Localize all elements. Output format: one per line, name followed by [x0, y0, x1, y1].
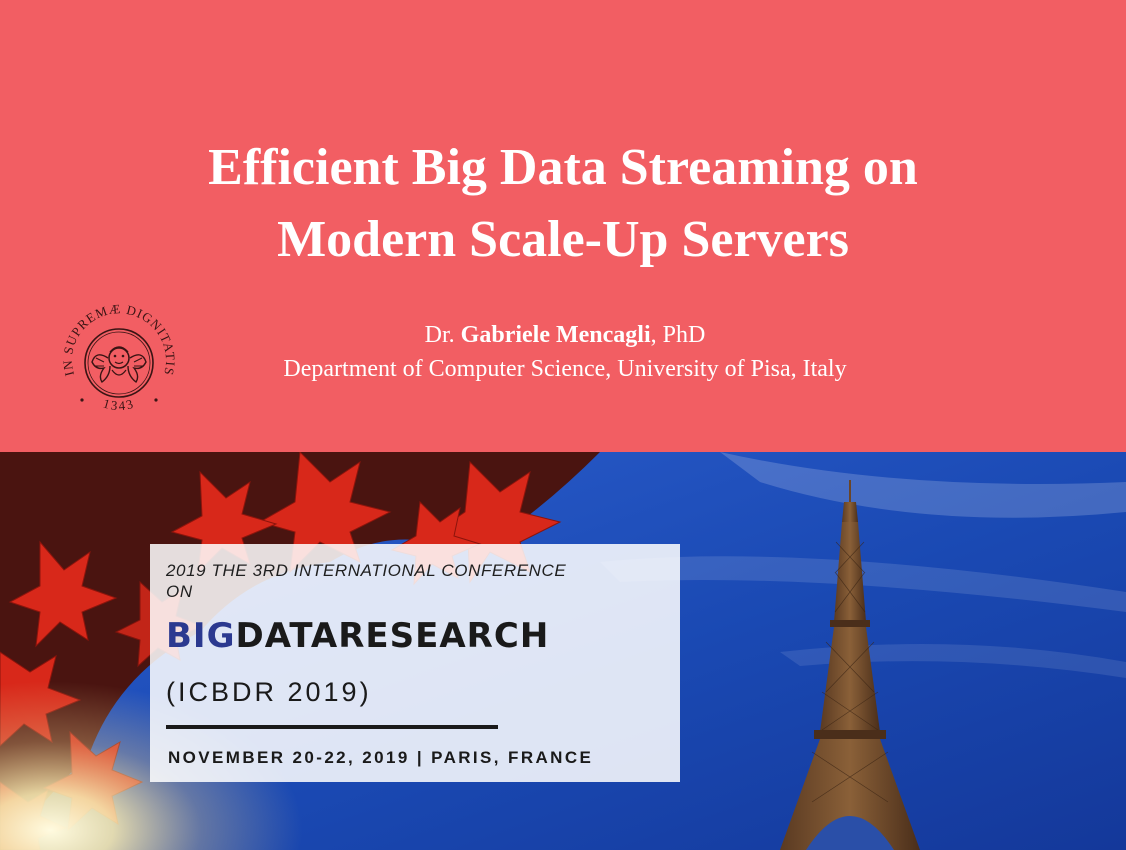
- slide-title-line-2: Modern Scale-Up Servers: [277, 211, 849, 268]
- author-prefix: Dr.: [424, 322, 455, 348]
- author-line: Dr. Gabriele Mencagli, PhD: [170, 318, 960, 352]
- conference-name-line-2: ON: [166, 582, 193, 601]
- university-seal-logo: IN SUPREMÆ DIGNITATIS 1343: [60, 301, 178, 414]
- brand-big: BIG: [166, 616, 236, 656]
- slide: Efficient Big Data Streaming on Modern S…: [0, 0, 1126, 850]
- svg-text:1343: 1343: [101, 396, 136, 414]
- conference-card: 2019 THE 3RD INTERNATIONAL CONFERENCE ON…: [150, 544, 680, 782]
- conference-abbreviation: (ICBDR 2019): [166, 677, 372, 707]
- author-suffix: , PhD: [650, 322, 706, 348]
- title-banner: Efficient Big Data Streaming on Modern S…: [0, 0, 1126, 452]
- seal-year: 1343: [101, 396, 134, 414]
- seal-motto: IN SUPREMÆ DIGNITATIS: [60, 301, 177, 378]
- svg-text:IN SUPREMÆ DIGNITATIS: IN SUPREMÆ DIGNITATIS: [60, 301, 178, 378]
- slide-title-line-1: Efficient Big Data Streaming on: [208, 139, 918, 196]
- conference-dates-location: NOVEMBER 20-22, 2019 | PARIS, FRANCE: [168, 748, 594, 767]
- author-affiliation: Department of Computer Science, Universi…: [283, 356, 847, 382]
- card-divider: [166, 725, 498, 729]
- conference-name: 2019 THE 3RD INTERNATIONAL CONFERENCE ON: [166, 560, 636, 602]
- brand-data-research: DATARESEARCH: [235, 616, 550, 656]
- conference-brand-logo: BIGDATARESEARCH: [166, 616, 549, 656]
- author-name: Gabriele Mencagli: [460, 322, 651, 348]
- author-block: Dr. Gabriele Mencagli, PhD Department of…: [170, 318, 960, 386]
- conference-name-line-1: 2019 THE 3RD INTERNATIONAL CONFERENCE: [166, 561, 567, 580]
- slide-title: Efficient Big Data Streaming on Modern S…: [0, 132, 1126, 276]
